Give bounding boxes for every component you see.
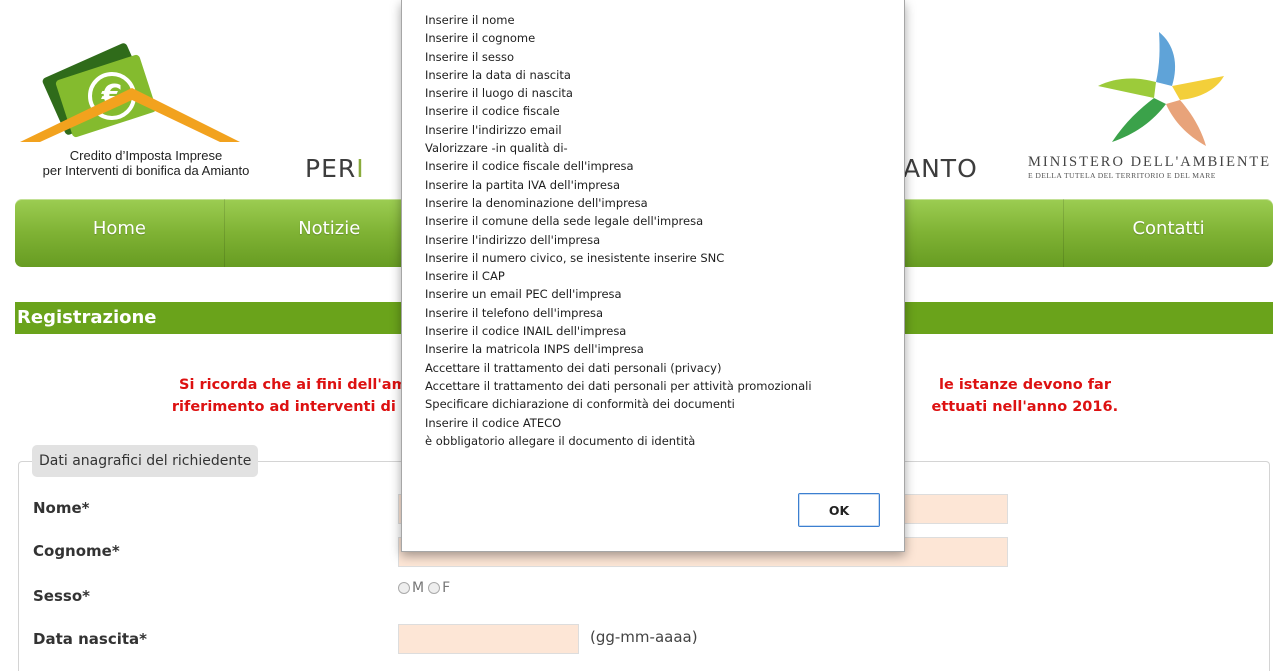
alert-message: Inserire il codice INAIL dell'impresa [425, 324, 627, 339]
banner-title-right: ANTO [903, 154, 978, 183]
notice-line-1-right: le istanze devono far [938, 377, 1111, 393]
ministry-subtitle: E DELLA TUTELA DEL TERRITORIO E DEL MARE [1028, 171, 1216, 180]
alert-message: Inserire il telefono dell'impresa [425, 305, 604, 320]
nav-contatti[interactable]: Contatti [1064, 199, 1273, 267]
alert-message: è obbligatorio allegare il documento di … [425, 433, 696, 448]
alert-message: Inserire il codice fiscale dell'impresa [425, 159, 634, 174]
data-nascita-label: Data nascita* [33, 630, 147, 648]
alert-message: Specificare dichiarazione di conformità … [425, 397, 735, 412]
money-house-logo-icon: € [20, 43, 240, 142]
ministero-ambiente-logo[interactable]: MINISTERO DELL'AMBIENTE E DELLA TUTELA D… [1022, 20, 1278, 190]
alert-message: Inserire il cognome [425, 31, 536, 46]
alert-message: Valorizzare -in qualità di- [425, 141, 568, 156]
alert-message: Accettare il trattamento dei dati person… [425, 378, 812, 393]
alert-message: Inserire la denominazione dell'impresa [425, 195, 648, 210]
logo-caption-line1: Credito d’Imposta Imprese [69, 148, 223, 163]
alert-message-list: Inserire il nome Inserire il cognome Inser… [425, 11, 812, 450]
sesso-f-radio[interactable] [428, 582, 441, 594]
fieldset-legend: Dati anagrafici del richiedente [32, 445, 259, 477]
logo-caption: Credito d’Imposta Imprese per Interventi… [14, 148, 278, 178]
banner-prefix: PER [305, 154, 357, 183]
sesso-m-label: M [412, 580, 425, 596]
alert-message: Inserire l'indirizzo email [425, 122, 562, 137]
alert-message: Inserire l'indirizzo dell'impresa [425, 232, 601, 247]
cognome-label: Cognome* [33, 542, 120, 560]
sesso-m-radio[interactable] [398, 582, 410, 594]
alert-message: Inserire il nome [425, 13, 515, 27]
alert-message: Inserire il codice fiscale [425, 104, 560, 119]
credito-imposta-logo[interactable]: € Credito d’Imposta Imprese per Interven… [14, 34, 274, 184]
banner-title-left: PERI [305, 154, 365, 183]
nome-label: Nome* [33, 499, 90, 517]
alert-message: Inserire la data di nascita [425, 67, 571, 82]
alert-message: Inserire il numero civico, se inesistent… [425, 250, 725, 265]
ministry-name: MINISTERO DELL'AMBIENTE [1028, 154, 1272, 170]
alert-message: Inserire il luogo di nascita [425, 86, 573, 101]
alert-message: Inserire la matricola INPS dell'impresa [425, 342, 644, 357]
alert-message: Inserire il comune della sede legale del… [425, 214, 704, 229]
validation-alert-dialog: Inserire il nome Inserire il cognome Inser… [401, 0, 905, 552]
sesso-f-label: F [442, 580, 451, 596]
banner-highlight: I [356, 154, 365, 183]
sesso-label: Sesso* [33, 587, 90, 605]
data-nascita-hint: (gg-mm-aaaa) [590, 628, 698, 646]
ok-button[interactable]: OK [798, 493, 880, 527]
data-nascita-input[interactable] [398, 624, 579, 654]
nav-home[interactable]: Home [15, 199, 225, 267]
notice-line-2-right: ettuati nell'anno 2016. [931, 399, 1119, 415]
alert-message: Inserire il codice ATECO [425, 415, 562, 430]
alert-message: Inserire la partita IVA dell'impresa [425, 177, 621, 192]
sesso-radio-group: M F [398, 580, 454, 596]
alert-message: Accettare il trattamento dei dati person… [425, 360, 722, 375]
alert-message: Inserire un email PEC dell'impresa [425, 287, 622, 302]
alert-message: Inserire il CAP [425, 269, 505, 284]
alert-message: Inserire il sesso [425, 49, 515, 64]
logo-caption-line2: per Interventi di bonifica da Amianto [42, 163, 250, 178]
star-emblem-icon [1098, 32, 1224, 146]
